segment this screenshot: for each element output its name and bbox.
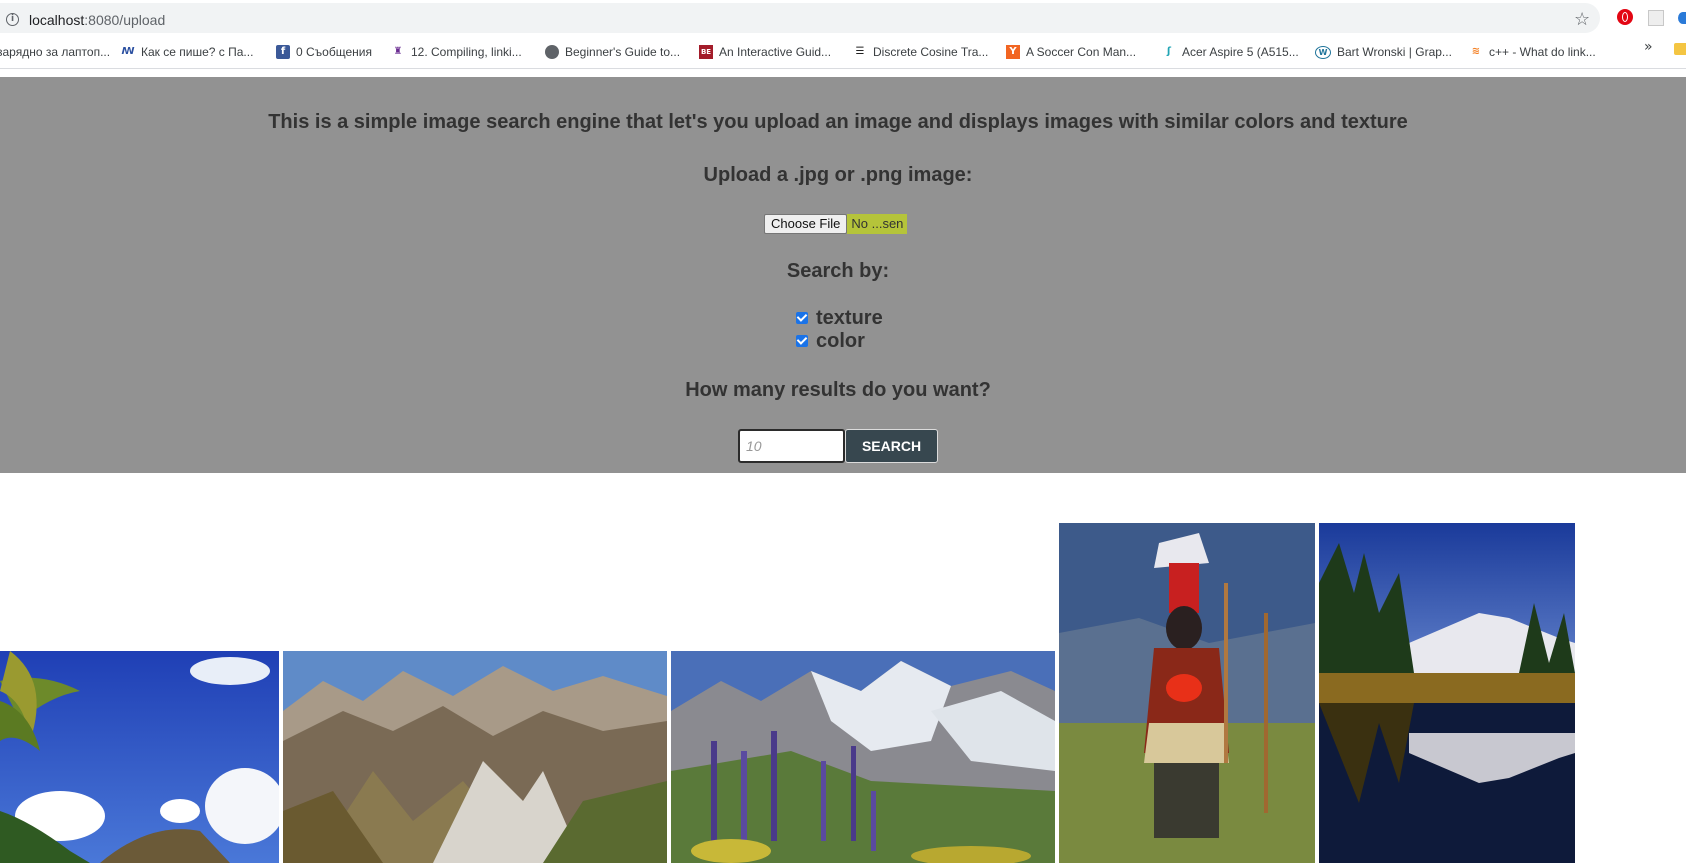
globe-icon — [545, 45, 559, 59]
bookmark-label: An Interactive Guid... — [719, 45, 832, 59]
bookmark-star-icon[interactable]: ☆ — [1574, 9, 1590, 30]
search-by-heading: Search by: — [786, 260, 890, 282]
bookmark-item[interactable]: ꟿ Как се пише? с Па... — [121, 41, 253, 63]
purple-shield-icon: ♜ — [393, 46, 403, 57]
bookmark-item[interactable]: ♜ 12. Compiling, linki... — [391, 41, 522, 63]
bookmark-item[interactable]: ☰ Discrete Cosine Tra... — [853, 41, 989, 63]
stackoverflow-icon: ≋ — [1471, 46, 1481, 57]
bookmark-item[interactable]: ʃ Acer Aspire 5 (A515... — [1162, 41, 1299, 63]
alpine-flowers-image[interactable] — [671, 651, 1055, 863]
bookmark-item[interactable]: W Bart Wronski | Grap... — [1315, 41, 1452, 63]
info-icon[interactable]: i — [6, 13, 19, 26]
opera-extension-icon[interactable] — [1617, 9, 1633, 25]
bookmark-label: Bart Wronski | Grap... — [1337, 45, 1452, 59]
url-host: localhost — [29, 12, 85, 28]
facebook-icon: f — [276, 45, 290, 59]
bookmark-item[interactable]: Beginner's Guide to... — [545, 41, 680, 63]
file-name-text: No ...sen — [847, 214, 908, 234]
mountain-lake-image[interactable] — [1319, 523, 1575, 863]
bookmark-item[interactable]: зарядно за лаптоп... — [0, 41, 110, 63]
bookmark-label: Acer Aspire 5 (A515... — [1182, 45, 1299, 59]
bookmark-label: зарядно за лаптоп... — [0, 45, 111, 59]
kak-se-pishe-icon: ꟿ — [121, 46, 135, 57]
bookmark-label: A Soccer Con Man... — [1026, 45, 1137, 59]
folder-icon[interactable] — [1674, 43, 1686, 55]
upload-heading: Upload a .jpg or .png image: — [703, 164, 973, 186]
wiki-icon: ☰ — [855, 46, 865, 57]
wordpress-icon: W — [1315, 45, 1331, 59]
profile-extension-icon[interactable] — [1678, 12, 1686, 24]
bookmark-label: Discrete Cosine Tra... — [873, 45, 989, 59]
file-input[interactable]: Choose File No ...sen — [764, 214, 908, 234]
url-path: :8080/upload — [84, 12, 166, 28]
rocky-mountains-image[interactable] — [283, 651, 667, 863]
tribal-dancer-image[interactable] — [1059, 523, 1315, 863]
url-field[interactable]: i localhost:8080/upload ☆ — [0, 3, 1600, 33]
y-combinator-icon: Y — [1006, 45, 1020, 59]
texture-option[interactable]: texture — [796, 307, 883, 329]
bookmarks-overflow-button[interactable]: » — [1644, 39, 1653, 55]
color-option[interactable]: color — [796, 330, 865, 352]
bookmark-label: Как се пише? с Па... — [141, 45, 254, 59]
bookmark-label: c++ - What do link... — [1489, 45, 1596, 59]
bookmark-item[interactable]: BE An Interactive Guid... — [699, 41, 831, 63]
bookmark-item[interactable]: Y A Soccer Con Man... — [1006, 41, 1136, 63]
intro-text: This is a simple image search engine tha… — [268, 111, 1408, 133]
bookmark-label: Beginner's Guide to... — [565, 45, 681, 59]
extension-icon[interactable] — [1648, 10, 1664, 26]
bookmark-label: 0 Съобщения — [296, 45, 372, 59]
beach-palm-image[interactable] — [0, 651, 279, 863]
texture-checkbox[interactable] — [796, 312, 808, 324]
results-count-heading: How many results do you want? — [685, 379, 991, 401]
url-text[interactable]: localhost:8080/upload — [29, 12, 165, 28]
search-button[interactable]: SEARCH — [845, 429, 938, 463]
browser-address-bar: i localhost:8080/upload ☆ — [0, 0, 1686, 36]
be-icon: BE — [699, 45, 713, 59]
texture-label[interactable]: texture — [816, 307, 883, 330]
search-panel: This is a simple image search engine tha… — [0, 77, 1686, 473]
color-checkbox[interactable] — [796, 335, 808, 347]
choose-file-button[interactable]: Choose File — [764, 214, 848, 234]
acer-icon: ʃ — [1166, 46, 1172, 57]
bookmark-item[interactable]: ≋ c++ - What do link... — [1469, 41, 1596, 63]
bookmark-item[interactable]: f 0 Съобщения — [276, 41, 372, 63]
bookmarks-bar: зарядно за лаптоп... ꟿ Как се пише? с Па… — [0, 36, 1686, 69]
color-label[interactable]: color — [816, 330, 865, 353]
results-count-input[interactable]: 10 — [738, 429, 845, 463]
bookmark-label: 12. Compiling, linki... — [411, 45, 522, 59]
